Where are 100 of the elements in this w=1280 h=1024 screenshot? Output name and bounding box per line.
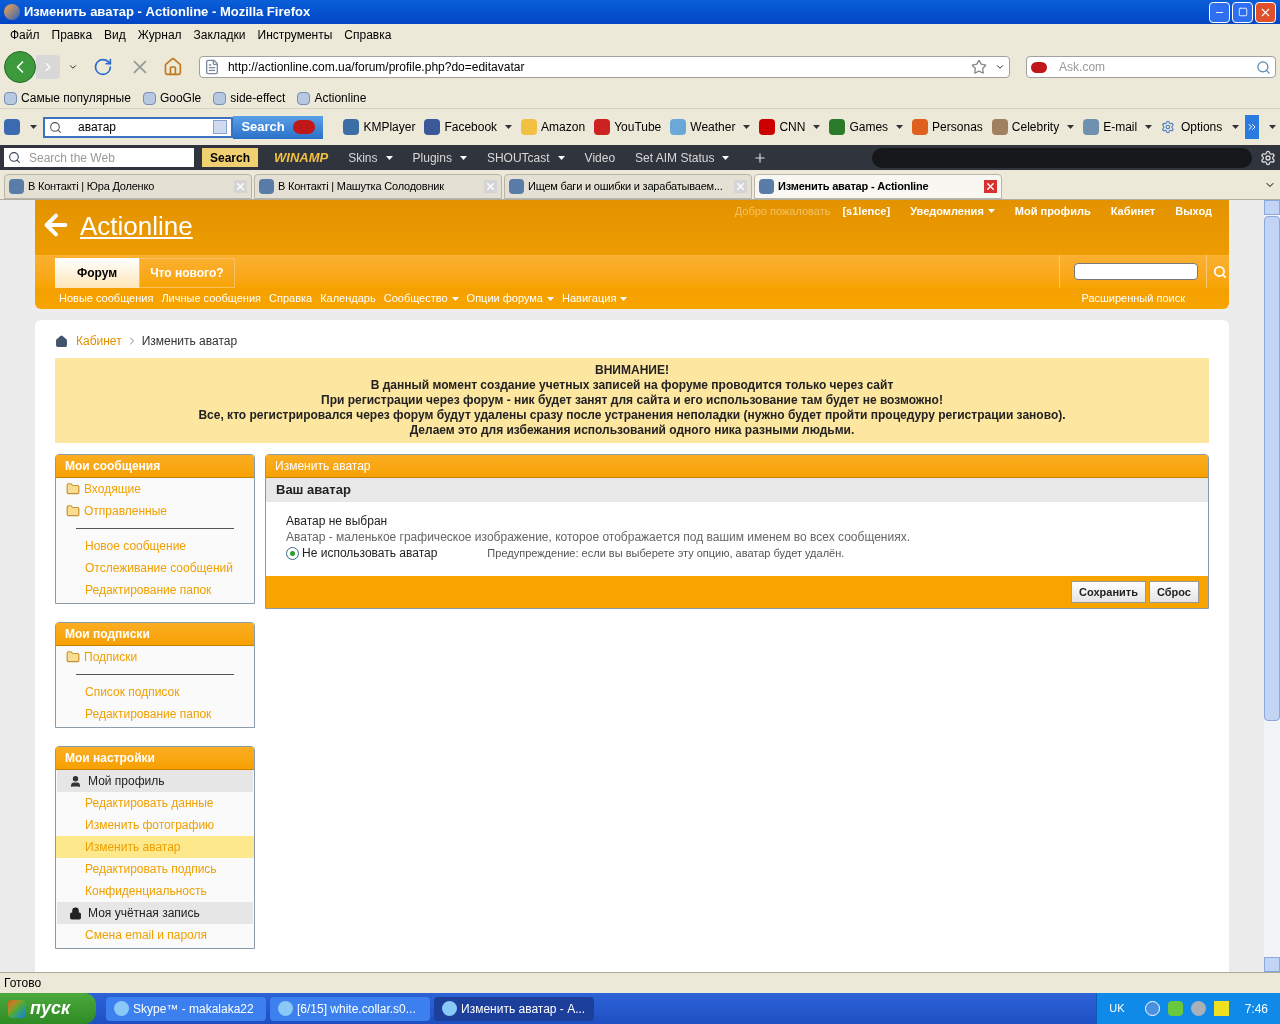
maximize-icon [1237, 7, 1248, 17]
close-button[interactable] [1255, 1, 1276, 23]
menu-item[interactable]: Инструменты [251, 26, 339, 44]
toolbar-item[interactable]: Video [584, 148, 616, 167]
taskbar-button[interactable]: Изменить аватар - А... [434, 996, 594, 1021]
toolbar-item[interactable]: Plugins [412, 148, 452, 167]
reload-icon[interactable] [93, 57, 114, 77]
notice-line: Делаем это для избежания использований одного ника разными людьми. [409, 423, 855, 438]
caret-icon [813, 125, 821, 129]
menu-item[interactable]: Закладки [187, 26, 252, 44]
toolbar-item-icon [912, 119, 929, 135]
menu-item[interactable]: Правка [45, 26, 99, 44]
toolbar-item[interactable]: Set AIM Status [635, 148, 715, 167]
ask-search-button[interactable]: Search [233, 115, 323, 139]
toolbar-item-icon [759, 119, 776, 135]
bookmark-star-icon[interactable] [971, 59, 988, 75]
toolbar-item[interactable]: E-mail [1103, 118, 1138, 136]
search-icon[interactable] [1213, 264, 1227, 279]
bookmark-item[interactable]: Actionline [314, 89, 367, 107]
url-text: http://actionline.com.ua/forum/profile.php?do=editavatar [227, 59, 525, 76]
taskbar-button[interactable]: [6/15] white.collar.s0... [270, 996, 430, 1021]
caret-icon [1232, 125, 1240, 129]
toolbar-item-icon [829, 119, 846, 135]
tray-icon[interactable] [1213, 1001, 1229, 1016]
menu-item[interactable]: Журнал [131, 26, 188, 44]
panel-title: Мои подписки [56, 623, 254, 646]
toolbar-item[interactable]: KMPlayer [363, 118, 416, 136]
radio-button[interactable] [286, 546, 299, 560]
taskbar-button[interactable]: Skype™ - makalaka22 [106, 996, 266, 1021]
history-dropdown-icon[interactable] [67, 62, 78, 72]
group-label: Моя учётная запись [88, 905, 200, 922]
menu-item[interactable]: Справка [338, 26, 398, 44]
caret-icon [459, 155, 467, 160]
browser-tab[interactable]: В Контакті | Юра Доленко [4, 174, 252, 199]
maximize-button[interactable] [1232, 1, 1253, 23]
tab-favicon-icon [759, 179, 774, 194]
language-indicator[interactable]: UK [1109, 1000, 1125, 1017]
add-icon[interactable] [753, 150, 768, 165]
window-title: Изменить аватар - Actionline - Mozilla Firefox [24, 3, 311, 22]
notice-line: Все, кто регистрировался через форум будут удалены сразу после устранения неполадки (нужно будет пройти процедуру регистрации заново). [198, 408, 1066, 423]
toolbar-item[interactable]: YouTube [614, 118, 662, 136]
forum-tab[interactable]: Форум [55, 258, 140, 288]
back-button[interactable] [4, 51, 36, 83]
status-text: Готово [4, 975, 42, 992]
toolbar-item[interactable]: Skins [348, 148, 378, 167]
avatar-description: Аватар - маленькое графическое изображение, которое отображается под вашим именем во всех сообщениях. [286, 529, 911, 545]
options-button[interactable]: Options [1180, 118, 1223, 136]
browser-tab[interactable]: Ищем баги и ошибки и зарабатываем... [504, 174, 752, 199]
search-icon[interactable] [1256, 59, 1271, 75]
page-icon [203, 59, 220, 75]
notice-line: При регистрации через форум - ник будет занят для сайта и его использование там будет не возможно! [321, 393, 943, 408]
bookmark-icon [213, 91, 227, 105]
caret-icon [722, 155, 730, 160]
toolbar-item-icon [991, 119, 1008, 135]
caret-icon [1269, 125, 1276, 129]
toolbar-item[interactable]: Celebrity [1011, 118, 1060, 136]
toolbar-item-icon [424, 119, 441, 135]
warning-text: Предупреждение: если вы выберете эту опцию, аватар будет удалён. [487, 546, 845, 561]
panel-title: Изменить аватар [266, 455, 1208, 478]
caret-icon [620, 296, 628, 301]
caret-icon [1145, 125, 1153, 129]
toolbar-item[interactable]: Personas [932, 118, 983, 136]
toolbar-item[interactable]: CNN [779, 118, 806, 136]
browser-tab[interactable]: В Контакті | Машутка Солодовник [254, 174, 502, 199]
form-button[interactable]: Сброс [1149, 581, 1199, 603]
toolbar-item[interactable]: Facebook [444, 118, 498, 136]
person-icon [69, 774, 82, 788]
tab-favicon-icon [9, 179, 24, 194]
clock: 7:46 [1244, 1000, 1268, 1018]
menu-item[interactable]: Вид [98, 26, 132, 44]
bookmark-icon [4, 91, 17, 105]
close-tab-icon[interactable] [984, 180, 997, 193]
forum-search-field[interactable] [1074, 263, 1198, 280]
tray-icon[interactable] [1144, 1001, 1160, 1016]
web-search-button[interactable]: Search [202, 148, 259, 167]
toolbar-item[interactable]: SHOUTcast [486, 148, 550, 167]
bookmark-item[interactable]: GooGle [159, 89, 202, 107]
radio-label[interactable]: Не использовать аватар [302, 545, 438, 561]
overflow-button[interactable] [1245, 115, 1259, 139]
search-engine-icon[interactable] [1031, 61, 1048, 73]
toolbar-search-field[interactable]: аватар [43, 116, 234, 138]
minimize-button[interactable] [1209, 1, 1230, 23]
address-field[interactable]: http://actionline.com.ua/forum/profile.php?do=editavatar [198, 56, 1011, 78]
dropdown-icon[interactable] [995, 62, 1006, 72]
bookmark-item[interactable]: side-effect [230, 89, 286, 107]
scrollbar[interactable] [1264, 200, 1280, 972]
caret-icon [547, 296, 554, 301]
toolbar-item[interactable]: Amazon [541, 118, 586, 136]
browser-tab[interactable]: Изменить аватар - Actionline [754, 174, 1002, 199]
folder-icon [66, 482, 80, 496]
home-icon[interactable] [55, 334, 68, 348]
bookmark-icon [142, 91, 156, 105]
menu-item[interactable]: Файл [4, 26, 46, 44]
form-button[interactable]: Сохранить [1071, 581, 1146, 603]
bookmark-item[interactable]: Самые популярные [21, 89, 131, 107]
toolbar-item[interactable]: Weather [690, 118, 736, 136]
toolbar-item[interactable]: Games [849, 118, 889, 136]
panel-title: Мои настройки [56, 747, 254, 770]
start-button[interactable]: пуск [0, 993, 96, 1024]
group-label: Мой профиль [88, 773, 165, 790]
